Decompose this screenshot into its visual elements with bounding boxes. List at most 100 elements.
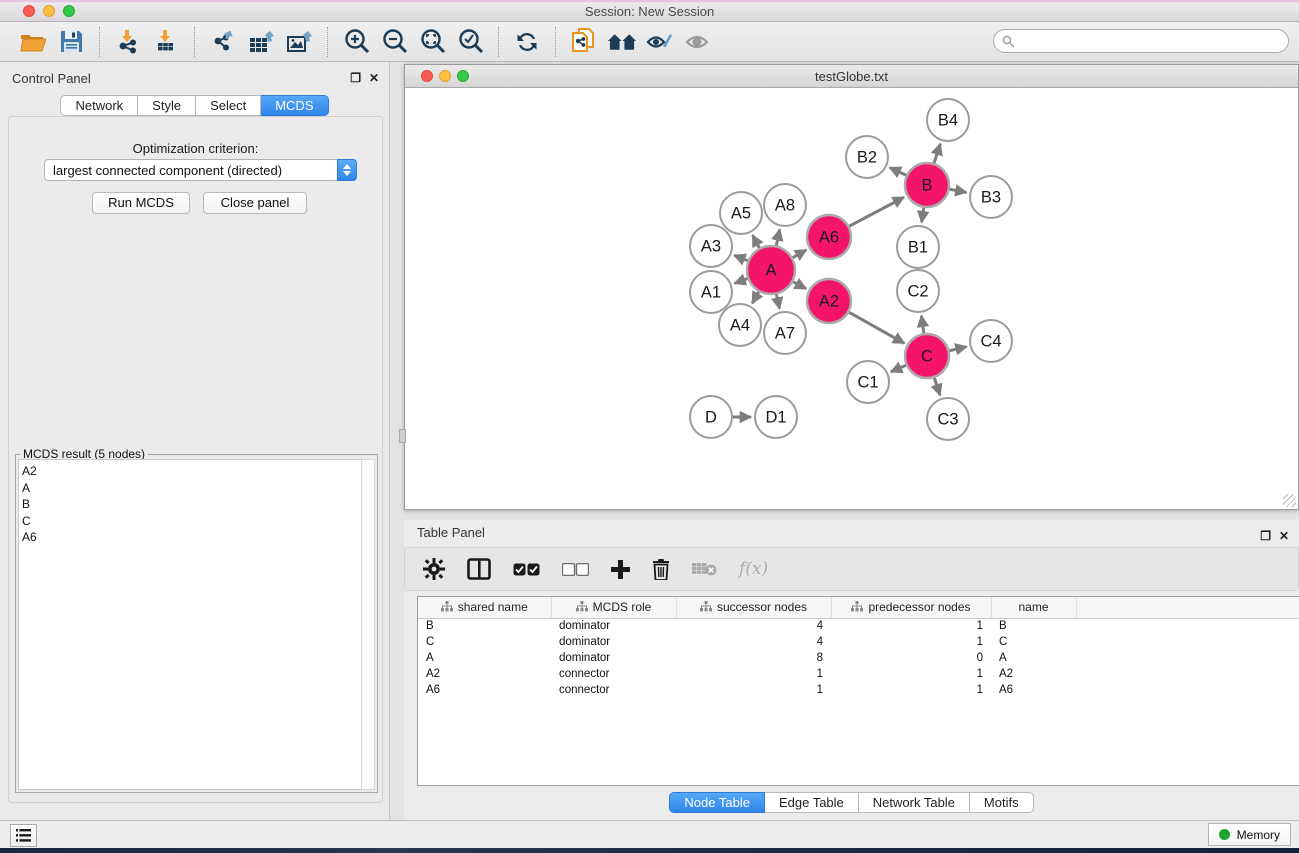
splitter-handle[interactable] (399, 429, 406, 443)
log-console-button[interactable] (10, 824, 37, 847)
export-table-icon[interactable] (246, 27, 276, 57)
graph-node-C3[interactable]: C3 (927, 398, 969, 440)
tab-network-table[interactable]: Network Table (859, 792, 970, 813)
tab-motifs[interactable]: Motifs (970, 792, 1034, 813)
import-table-icon[interactable] (151, 27, 181, 57)
table-row[interactable]: Adominator80A (418, 650, 1299, 666)
table-cell[interactable]: connector (551, 666, 676, 682)
open-session-icon[interactable] (18, 27, 48, 57)
graph-node-A4[interactable]: A4 (719, 304, 761, 346)
graph-edge[interactable] (793, 282, 806, 289)
tab-network[interactable]: Network (60, 95, 138, 116)
table-cell[interactable]: C (418, 634, 551, 650)
delete-columns-icon[interactable] (652, 559, 670, 580)
graph-node-B[interactable]: B (905, 163, 949, 207)
table-row[interactable]: A6connector11A6 (418, 682, 1299, 698)
table-cell[interactable]: 4 (676, 618, 831, 634)
tab-style[interactable]: Style (138, 95, 196, 116)
network-canvas[interactable]: B4B2BB3A8A5A6A3B1AC2A1A2A4A7C4CC1C3DD1 (405, 88, 1298, 509)
window-resize-grip[interactable] (1283, 494, 1296, 507)
graph-edge[interactable] (793, 250, 807, 258)
graph-node-B4[interactable]: B4 (927, 99, 969, 141)
export-network-icon[interactable] (208, 27, 238, 57)
create-column-icon[interactable] (611, 560, 630, 579)
list-item[interactable]: A6 (22, 529, 361, 546)
float-panel-icon[interactable]: ❐ (350, 71, 361, 85)
zoom-selected-icon[interactable] (455, 27, 485, 57)
run-mcds-button[interactable]: Run MCDS (92, 192, 190, 214)
tab-select[interactable]: Select (196, 95, 261, 116)
table-cell[interactable]: B (991, 618, 1076, 634)
delete-table-icon[interactable] (692, 561, 717, 577)
graph-edge[interactable] (849, 312, 904, 343)
search-box[interactable] (993, 29, 1289, 53)
close-table-panel-icon[interactable]: ✕ (1279, 529, 1289, 543)
graph-edge[interactable] (753, 235, 760, 248)
import-network-icon[interactable] (113, 27, 143, 57)
graph-edge[interactable] (921, 316, 923, 333)
graph-edge[interactable] (752, 292, 758, 303)
table-cell[interactable]: 1 (831, 618, 991, 634)
close-panel-button[interactable]: Close panel (203, 192, 307, 214)
graph-node-A1[interactable]: A1 (690, 271, 732, 313)
home-icon[interactable] (607, 27, 637, 57)
table-cell[interactable]: 1 (831, 634, 991, 650)
tab-mcds[interactable]: MCDS (261, 95, 328, 116)
graph-edge[interactable] (776, 294, 779, 308)
column-header-name[interactable]: name (991, 597, 1076, 618)
list-item[interactable]: A (22, 480, 361, 497)
graph-edge[interactable] (934, 378, 940, 395)
graph-node-A6[interactable]: A6 (807, 215, 851, 259)
graph-edge[interactable] (890, 168, 907, 176)
graph-node-C1[interactable]: C1 (847, 361, 889, 403)
graph-node-C2[interactable]: C2 (897, 270, 939, 312)
table-cell[interactable]: A (991, 650, 1076, 666)
list-item[interactable]: C (22, 513, 361, 530)
graph-node-A5[interactable]: A5 (720, 192, 762, 234)
table-cell[interactable]: 1 (831, 682, 991, 698)
graph-node-A2[interactable]: A2 (807, 279, 851, 323)
graph-node-B2[interactable]: B2 (846, 136, 888, 178)
refresh-view-icon[interactable] (512, 27, 542, 57)
criterion-dropdown[interactable]: largest connected component (directed) (44, 159, 357, 181)
graph-node-D[interactable]: D (690, 396, 732, 438)
graph-edge[interactable] (934, 144, 940, 163)
graph-node-C[interactable]: C (905, 334, 949, 378)
tab-edge-table[interactable]: Edge Table (765, 792, 859, 813)
network-window-titlebar[interactable]: testGlobe.txt (405, 65, 1298, 88)
table-cell[interactable]: 0 (831, 650, 991, 666)
graph-edge[interactable] (950, 189, 967, 192)
graph-edge[interactable] (776, 229, 779, 245)
table-row[interactable]: Cdominator41C (418, 634, 1299, 650)
table-cell[interactable]: A6 (991, 682, 1076, 698)
list-item[interactable]: B (22, 496, 361, 513)
graph-edge[interactable] (734, 279, 747, 284)
graph-node-A[interactable]: A (747, 246, 795, 294)
table-row[interactable]: A2connector11A2 (418, 666, 1299, 682)
save-session-icon[interactable] (56, 27, 86, 57)
zoom-fit-icon[interactable] (417, 27, 447, 57)
graph-node-A8[interactable]: A8 (764, 184, 806, 226)
column-header-successor-nodes[interactable]: successor nodes (676, 597, 831, 618)
export-image-icon[interactable] (284, 27, 314, 57)
graph-edge[interactable] (949, 347, 966, 351)
tab-node-table[interactable]: Node Table (669, 792, 765, 813)
list-item[interactable]: A2 (22, 463, 361, 480)
show-graphics-details-icon[interactable] (645, 27, 675, 57)
table-cell[interactable]: 1 (676, 666, 831, 682)
column-header-mcds-role[interactable]: MCDS role (551, 597, 676, 618)
cybrowser-icon[interactable] (569, 27, 599, 57)
column-header-shared-name[interactable]: shared name (418, 597, 551, 618)
table-cell[interactable]: A2 (991, 666, 1076, 682)
table-cell[interactable]: 1 (831, 666, 991, 682)
mcds-result-list[interactable]: A2 A B C A6 (18, 459, 361, 790)
table-cell[interactable]: B (418, 618, 551, 634)
network-graph-svg[interactable]: B4B2BB3A8A5A6A3B1AC2A1A2A4A7C4CC1C3DD1 (405, 88, 1298, 509)
close-panel-icon[interactable]: ✕ (369, 71, 379, 85)
graph-edge[interactable] (734, 255, 748, 260)
graph-edge[interactable] (922, 208, 924, 222)
table-cell[interactable]: A6 (418, 682, 551, 698)
graph-edge[interactable] (891, 365, 906, 372)
column-visibility-icon[interactable] (467, 558, 491, 580)
result-scrollbar[interactable] (361, 459, 375, 790)
